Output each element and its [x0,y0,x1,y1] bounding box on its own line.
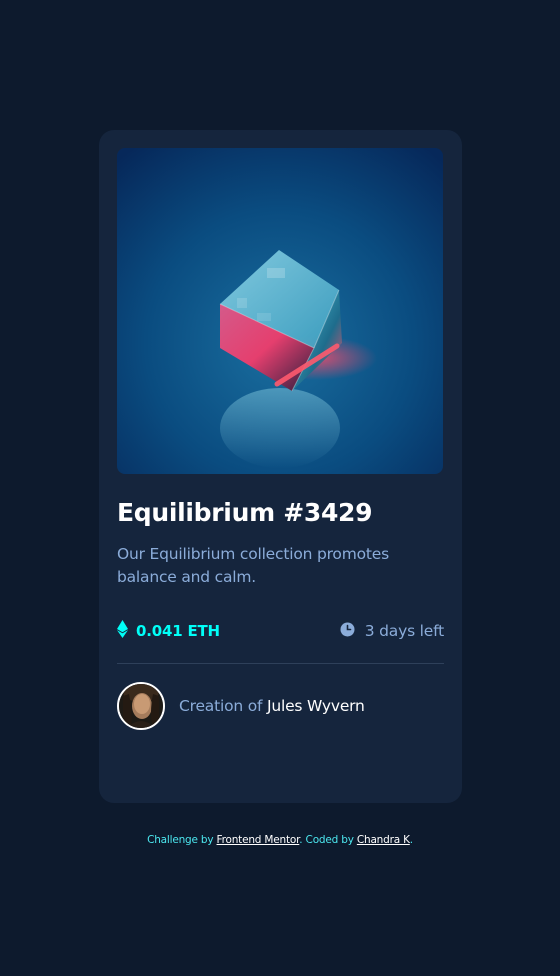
attribution-middle: . Coded by [299,834,357,846]
clock-icon [340,622,355,641]
price: 0.041 ETH [117,620,220,642]
author-link[interactable]: Chandra K [357,834,410,846]
creator: Creation of Jules Wyvern [117,682,444,730]
nft-image [117,148,443,474]
attribution: Challenge by Frontend Mentor. Coded by C… [0,834,560,846]
creator-text: Creation of Jules Wyvern [179,697,365,715]
divider [117,663,444,664]
attribution-prefix: Challenge by [147,834,217,846]
creator-name-link[interactable]: Jules Wyvern [267,697,365,715]
price-value: 0.041 ETH [136,622,220,640]
frontend-mentor-link[interactable]: Frontend Mentor [217,834,300,846]
nft-title[interactable]: Equilibrium #3429 [117,497,444,529]
nft-meta: 0.041 ETH 3 days left [117,619,444,643]
nft-card: Equilibrium #3429 Our Equilibrium collec… [99,130,462,803]
nft-description: Our Equilibrium collection promotes bala… [117,545,389,586]
attribution-suffix: . [409,834,413,846]
time-left-value: 3 days left [364,622,444,640]
avatar [117,682,165,730]
ethereum-icon [117,620,128,642]
time-left: 3 days left [340,622,444,641]
creator-prefix: Creation of [179,697,267,715]
nft-image-link[interactable] [117,148,443,474]
